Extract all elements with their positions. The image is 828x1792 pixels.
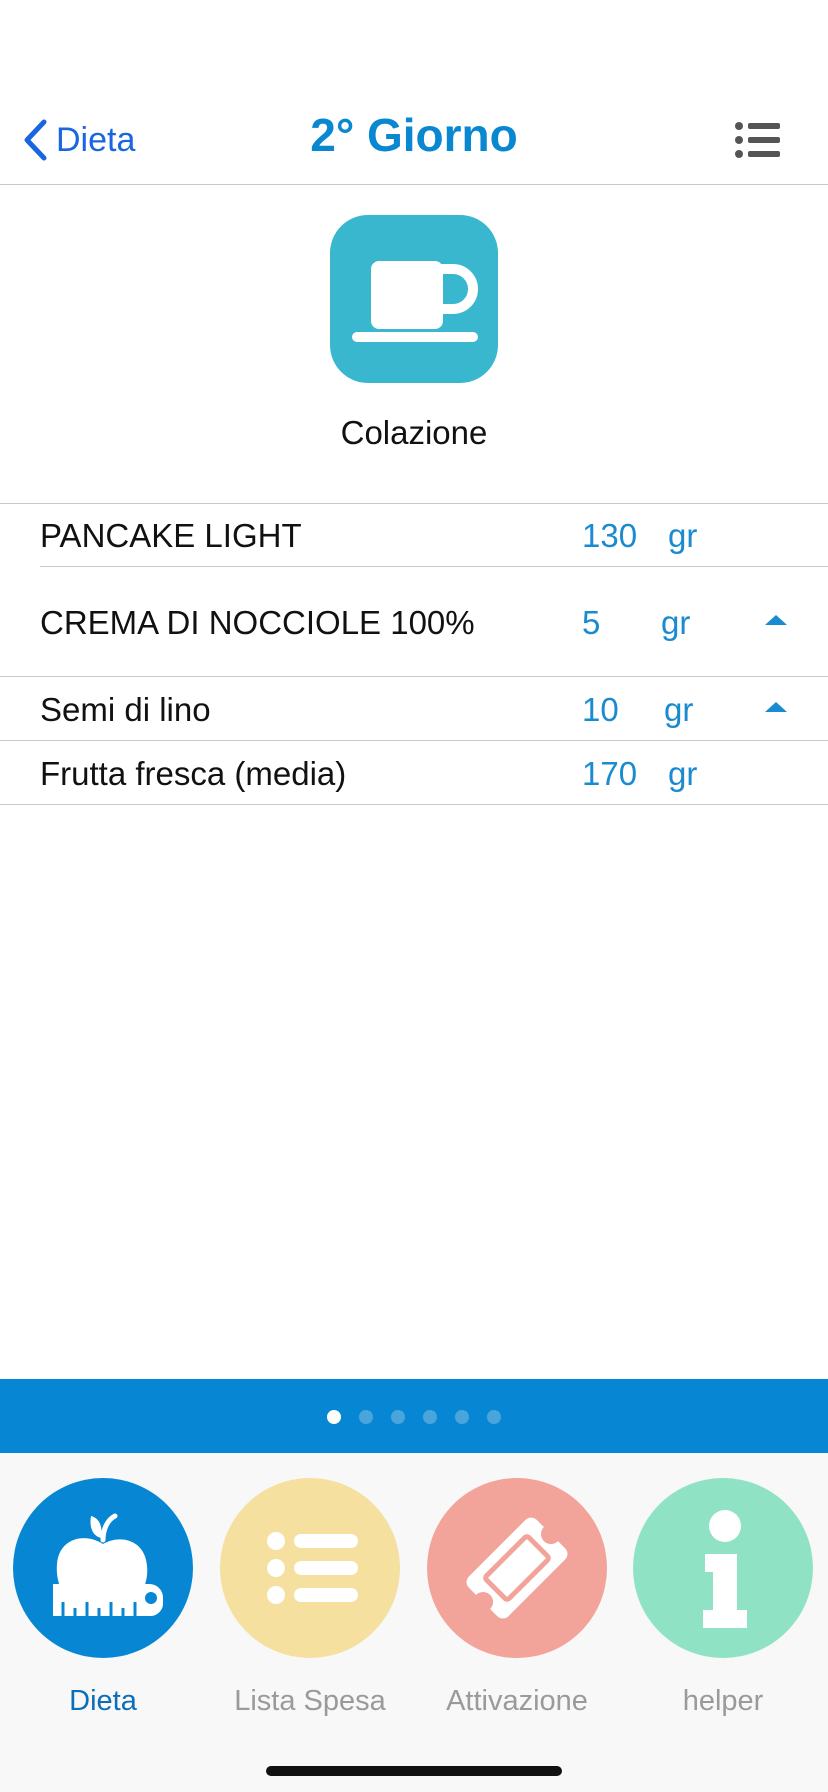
- tab-bar: Dieta Lista Spesa Attivazione helper: [0, 1453, 828, 1792]
- list-item[interactable]: Frutta fresca (media) 170 gr: [0, 741, 828, 804]
- expand-arrow-icon[interactable]: [765, 702, 787, 712]
- list-item[interactable]: CREMA DI NOCCIOLE 100% 5 gr: [0, 567, 828, 680]
- list-icon: [267, 1532, 358, 1604]
- food-quantity: 170: [582, 755, 638, 792]
- tab-lista-spesa[interactable]: [220, 1478, 400, 1658]
- page-dot[interactable]: [359, 1410, 373, 1424]
- food-quantity: 10: [582, 691, 619, 728]
- food-unit: gr: [661, 604, 691, 641]
- food-name: Frutta fresca (media): [40, 755, 347, 792]
- meal-icon-tile: [330, 215, 498, 383]
- coffee-cup-icon: [352, 261, 478, 342]
- info-icon: [703, 1510, 747, 1628]
- list-item[interactable]: Semi di lino 10 gr: [0, 677, 828, 740]
- tab-label-helper[interactable]: helper: [620, 1685, 826, 1718]
- home-indicator: [266, 1766, 562, 1776]
- apple-measuring-tape-icon: [53, 1513, 163, 1616]
- page-dot[interactable]: [327, 1410, 341, 1424]
- tab-helper[interactable]: [633, 1478, 813, 1658]
- food-quantity: 5: [582, 604, 601, 641]
- food-unit: gr: [664, 691, 694, 728]
- page-dot[interactable]: [487, 1410, 501, 1424]
- tab-attivazione[interactable]: [427, 1478, 607, 1658]
- list-icon[interactable]: [734, 120, 780, 160]
- page-dot[interactable]: [423, 1410, 437, 1424]
- food-unit: gr: [668, 755, 698, 792]
- tab-label-dieta[interactable]: Dieta: [0, 1685, 206, 1718]
- tab-label-lista-spesa[interactable]: Lista Spesa: [207, 1685, 413, 1718]
- page-title: 2° Giorno: [310, 109, 518, 161]
- row-divider: [0, 804, 828, 805]
- tab-dieta[interactable]: [13, 1478, 193, 1658]
- tab-label-attivazione[interactable]: Attivazione: [414, 1685, 620, 1718]
- ticket-icon: [466, 1517, 568, 1619]
- food-unit: gr: [668, 517, 698, 554]
- navigation-bar: Dieta 2° Giorno: [0, 0, 828, 185]
- page-dot[interactable]: [391, 1410, 405, 1424]
- food-quantity: 130: [582, 517, 638, 554]
- food-name: CREMA DI NOCCIOLE 100%: [40, 604, 475, 641]
- list-item[interactable]: PANCAKE LIGHT 130 gr: [0, 503, 828, 567]
- page-indicator[interactable]: [0, 1379, 828, 1453]
- meal-label: Colazione: [340, 414, 488, 451]
- food-name: Semi di lino: [40, 691, 211, 728]
- page-dot[interactable]: [455, 1410, 469, 1424]
- food-name: PANCAKE LIGHT: [40, 517, 302, 554]
- expand-arrow-icon[interactable]: [765, 615, 787, 625]
